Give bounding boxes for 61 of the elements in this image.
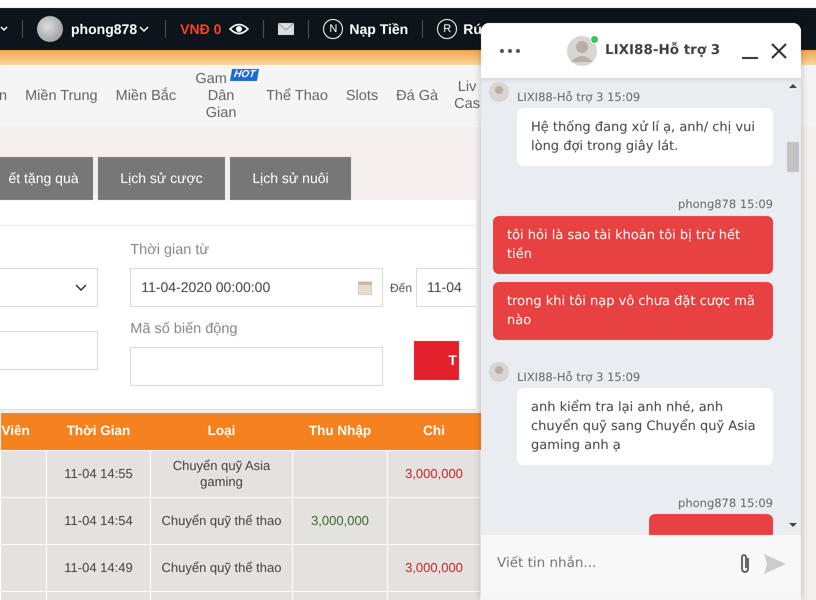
table-cell: Chuyển quỹ Asia gaming bbox=[150, 450, 292, 497]
avatar-icon bbox=[567, 36, 597, 66]
input-field[interactable] bbox=[0, 331, 98, 370]
eye-icon[interactable] bbox=[229, 22, 250, 36]
chevron-icon bbox=[75, 284, 88, 292]
nav-item[interactable]: Slots bbox=[336, 88, 388, 104]
chat-title: LIXI88-Hỗ trợ 3 bbox=[605, 41, 720, 60]
nav-item[interactable]: Miền Bắc bbox=[106, 88, 186, 104]
table-cell: 11-04 14:55 bbox=[46, 450, 150, 497]
table-cell: 3,000,000 bbox=[388, 450, 480, 497]
message-meta: LIXI88-Hỗ trợ 3 15:09 bbox=[517, 368, 640, 386]
message-meta: phong878 15:09 bbox=[678, 494, 773, 512]
caret-icon[interactable] bbox=[0, 26, 8, 32]
circle-letter-icon: N bbox=[323, 19, 344, 39]
message-bubble: Hệ thống đang xử lí ạ, anh/ chị vui lòng đợi trong giây lát. bbox=[517, 108, 773, 166]
field-label: Mã số biến động bbox=[130, 320, 238, 339]
select-field[interactable] bbox=[0, 268, 98, 307]
nav-item[interactable]: Thể Thao bbox=[257, 88, 337, 104]
date-field[interactable]: 11-04 bbox=[416, 268, 476, 307]
message-meta: LIXI88-Hỗ trợ 3 15:09 bbox=[517, 89, 640, 106]
table-cell: 11-04 14:49 bbox=[46, 544, 150, 591]
avatar-icon bbox=[489, 362, 509, 382]
table-cell: Chuyển quỹ thể thao bbox=[150, 497, 292, 544]
nav-item[interactable]: n bbox=[0, 88, 16, 104]
table-cell: Chuyển quỹ thể thao bbox=[150, 544, 292, 591]
tab[interactable]: Lịch sử cược bbox=[98, 157, 225, 200]
table-cell: 11-04 14:54 bbox=[46, 497, 150, 544]
action-link[interactable]: Rú bbox=[463, 18, 482, 40]
mail-icon[interactable] bbox=[278, 23, 294, 35]
tab[interactable]: Lịch sử nuôi bbox=[230, 157, 351, 200]
message-input[interactable]: Viết tin nhắn... bbox=[495, 552, 727, 575]
hot-badge: HOT bbox=[230, 68, 260, 80]
message-bubble: trong khi tôi nạp vô chưa đặt cược mã nào bbox=[493, 282, 773, 340]
table-cell: 3,000,000 bbox=[388, 544, 480, 591]
search-button[interactable]: T bbox=[414, 341, 459, 380]
more-icon[interactable] bbox=[499, 48, 521, 54]
column-header: Viên bbox=[0, 413, 46, 450]
nav-item[interactable]: Gam HOT Dân Gian bbox=[185, 70, 258, 122]
field-label: Thời gian từ bbox=[130, 241, 210, 260]
column-header: Loại bbox=[150, 413, 292, 450]
nav-item[interactable]: Miền Trung bbox=[16, 88, 107, 104]
field-label: Đến bbox=[390, 280, 412, 296]
column-header: Thu Nhập bbox=[292, 413, 388, 450]
caret-icon[interactable] bbox=[137, 25, 152, 33]
avatar-icon bbox=[489, 82, 509, 102]
avatar-icon bbox=[37, 16, 63, 42]
message-bubble: tôi hỏi là sao tài khoản tôi bị trừ hết tiền bbox=[493, 216, 773, 274]
nav-item[interactable]: Đá Gà bbox=[387, 88, 448, 104]
circle-letter-icon: R bbox=[437, 19, 458, 39]
message-meta: phong878 15:09 bbox=[678, 196, 773, 214]
action-link[interactable]: Nạp Tiền bbox=[349, 18, 408, 40]
table-cell: 3,000,000 bbox=[292, 497, 388, 544]
date-field[interactable]: 11-04-2020 00:00:00 bbox=[130, 268, 383, 307]
balance-text: VNĐ 0 bbox=[180, 20, 222, 38]
message-bubble: anh kiểm tra lại anh nhé, anh chuyển quỹ sang Chuyển quỹ Asia gaming anh ạ bbox=[517, 388, 773, 465]
input-field[interactable] bbox=[130, 347, 383, 386]
column-header: Thời Gian bbox=[46, 413, 150, 450]
username[interactable]: phong878 bbox=[71, 18, 138, 40]
close-icon[interactable] bbox=[771, 42, 787, 58]
column-header: Chi bbox=[388, 413, 480, 450]
tab[interactable]: ết tặng quà bbox=[0, 157, 93, 200]
